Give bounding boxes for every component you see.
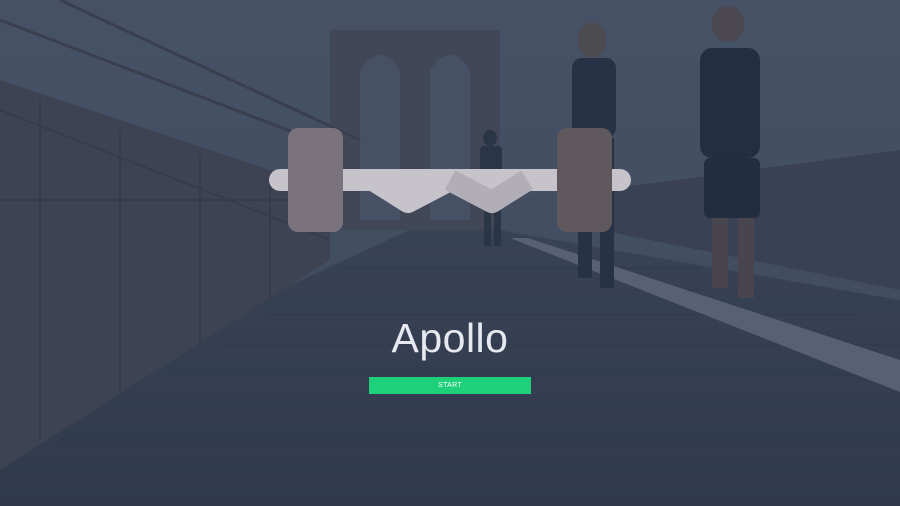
landing-screen: Apollo START [0, 0, 900, 506]
start-button[interactable]: START [369, 377, 531, 394]
dark-overlay [0, 0, 900, 506]
barbell-left-plate [288, 128, 343, 232]
barbell-icon [269, 128, 631, 232]
app-title: Apollo [391, 315, 509, 361]
barbell-right-plate [557, 128, 612, 232]
